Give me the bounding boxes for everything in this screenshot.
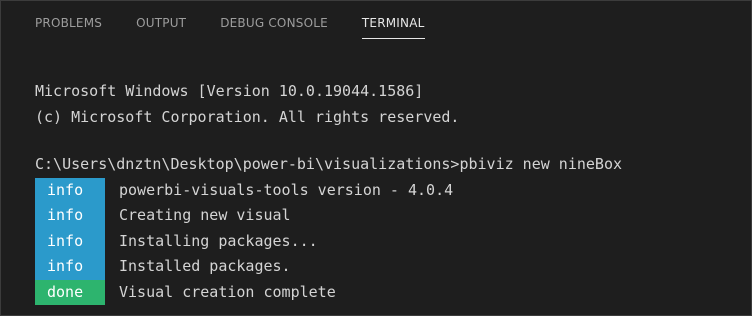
log-entry: info powerbi-visuals-tools version - 4.0… [35, 177, 741, 203]
terminal-header-line: (c) Microsoft Corporation. All rights re… [35, 107, 460, 126]
log-message: Creating new visual [119, 206, 291, 224]
terminal-panel: PROBLEMS OUTPUT DEBUG CONSOLE TERMINAL M… [0, 0, 752, 316]
log-message: Installing packages... [119, 231, 318, 250]
tab-problems[interactable]: PROBLEMS [35, 1, 102, 45]
info-badge: info [35, 254, 105, 280]
info-badge: info [35, 177, 105, 203]
terminal-prompt-line: C:\Users\dnztn\Desktop\power-bi\visualiz… [35, 155, 622, 173]
info-badge: info [35, 228, 105, 254]
done-badge: done [35, 279, 105, 305]
tab-terminal[interactable]: TERMINAL [361, 1, 425, 45]
log-message: powerbi-visuals-tools version - 4.0.4 [119, 180, 454, 199]
log-entry: done Visual creation complete [35, 279, 741, 305]
log-entry: info Installed packages. [35, 254, 741, 280]
info-badge: info [35, 203, 105, 229]
log-entry: info Installing packages... [35, 228, 741, 254]
log-message: Installed packages. [119, 257, 291, 275]
log-message: Visual creation complete [119, 282, 336, 301]
tab-debug-console[interactable]: DEBUG CONSOLE [220, 1, 328, 45]
panel-tab-bar: PROBLEMS OUTPUT DEBUG CONSOLE TERMINAL [1, 1, 751, 45]
terminal-header-line: Microsoft Windows [Version 10.0.19044.15… [35, 82, 424, 100]
log-entry: info Creating new visual [35, 203, 741, 229]
terminal-output[interactable]: Microsoft Windows [Version 10.0.19044.15… [35, 79, 741, 305]
tab-output[interactable]: OUTPUT [136, 1, 186, 45]
